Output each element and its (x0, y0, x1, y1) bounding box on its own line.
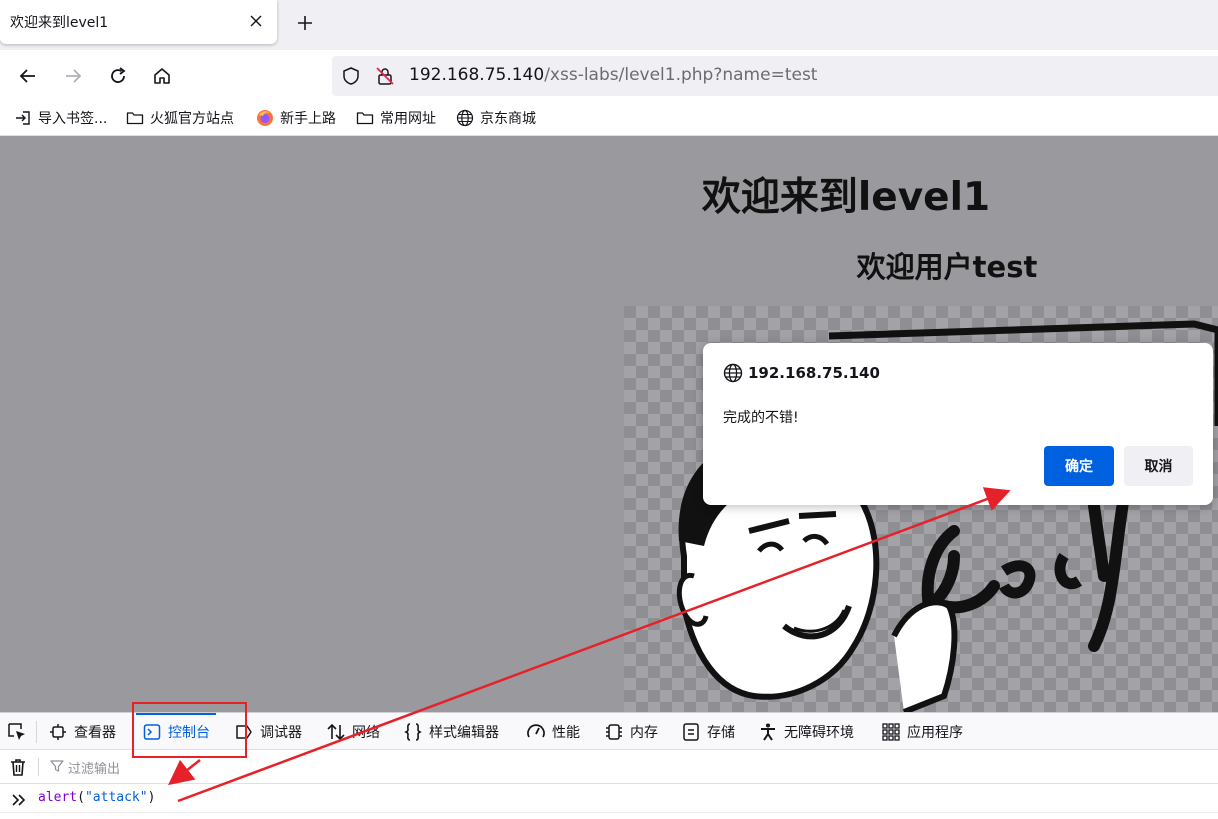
command-function: alert (38, 790, 78, 805)
memory-icon (604, 722, 624, 742)
tab-performance[interactable]: 性能 (526, 713, 580, 750)
tab-storage[interactable]: 存储 (681, 713, 735, 750)
reload-button[interactable] (104, 62, 132, 90)
navigation-bar: 192.168.75.140/xss-labs/level1.php?name=… (0, 50, 1218, 100)
inspector-icon (48, 722, 68, 742)
braces-icon (403, 722, 423, 742)
grid-icon (881, 722, 901, 742)
tab-accessibility[interactable]: 无障碍环境 (758, 713, 854, 750)
command-close-paren: ) (147, 790, 156, 805)
network-icon (326, 722, 346, 742)
tab-label: 无障碍环境 (784, 724, 854, 741)
bookmark-label: 常用网址 (380, 111, 436, 127)
bookmark-common-sites[interactable]: 常用网址 (356, 107, 436, 129)
folder-icon (126, 109, 144, 127)
tab-label: 存储 (707, 724, 735, 741)
annotation-highlight-box (132, 702, 247, 758)
globe-icon (456, 109, 474, 127)
page-heading: 欢迎来到level1 (701, 175, 991, 220)
tab-memory[interactable]: 内存 (604, 713, 658, 750)
console-command[interactable]: alert("attack") (38, 790, 155, 805)
forward-button[interactable] (59, 62, 87, 90)
import-icon (14, 109, 32, 127)
filter-input[interactable]: 过滤输出 (50, 757, 450, 777)
command-argument: "attack" (84, 790, 148, 805)
shield-icon[interactable] (341, 66, 361, 86)
back-button[interactable] (14, 62, 42, 90)
back-arrow-icon (19, 69, 35, 83)
storage-icon (681, 722, 701, 742)
new-tab-button[interactable] (292, 10, 318, 36)
toolbar-divider (36, 721, 37, 743)
alert-dialog: 192.168.75.140 完成的不错! 确定 取消 (703, 343, 1213, 505)
insecure-lock-icon[interactable] (375, 66, 395, 86)
tab-style-editor[interactable]: 样式编辑器 (403, 713, 499, 750)
tab-title: 欢迎来到level1 (10, 15, 109, 31)
reload-icon (111, 67, 126, 83)
firefox-icon (256, 109, 274, 127)
command-open-paren: ( (77, 790, 85, 805)
bookmark-firefox-site[interactable]: 火狐官方站点 (126, 107, 234, 129)
url-text[interactable]: 192.168.75.140/xss-labs/level1.php?name=… (409, 65, 817, 85)
tab-label: 网络 (352, 724, 380, 741)
tab-strip: 欢迎来到level1 (0, 0, 1218, 50)
forward-arrow-icon (66, 69, 82, 83)
trash-icon[interactable] (8, 757, 28, 777)
filter-placeholder: 过滤输出 (68, 761, 121, 777)
url-path: /xss-labs/level1.php?name=test (544, 65, 818, 85)
tab-label: 内存 (630, 724, 658, 741)
gauge-icon (526, 722, 546, 742)
tab-inspector[interactable]: 查看器 (48, 713, 116, 750)
bookmark-import[interactable]: 导入书签... (14, 107, 107, 129)
bookmarks-bar: 导入书签... 火狐官方站点 新手上路 常用网址 京东商城 (0, 100, 1218, 136)
bookmark-label: 新手上路 (280, 111, 336, 127)
tab-label: 性能 (552, 724, 580, 741)
cancel-button[interactable]: 取消 (1124, 446, 1193, 486)
close-tab-icon[interactable] (247, 12, 265, 30)
ok-button[interactable]: 确定 (1044, 446, 1114, 486)
bookmark-label: 导入书签... (38, 111, 108, 127)
filter-divider (38, 758, 39, 776)
folder-icon (356, 109, 374, 127)
tab-label: 应用程序 (907, 724, 963, 741)
tab-network[interactable]: 网络 (326, 713, 380, 750)
element-picker-icon[interactable] (6, 721, 28, 743)
console-input-line[interactable]: alert("attack") (0, 785, 1218, 813)
url-host: 192.168.75.140 (409, 65, 545, 85)
chevron-right-icon (10, 791, 28, 809)
tab-label: 调试器 (260, 724, 302, 741)
dialog-origin: 192.168.75.140 (748, 364, 880, 382)
globe-icon (723, 363, 743, 383)
page-subheading: 欢迎用户test (856, 250, 1038, 284)
dialog-message: 完成的不错! (723, 410, 799, 426)
accessibility-icon (758, 722, 778, 742)
tab-application[interactable]: 应用程序 (881, 713, 963, 750)
tab-label: 样式编辑器 (429, 724, 499, 741)
home-button[interactable] (148, 62, 176, 90)
bookmark-label: 火狐官方站点 (150, 111, 234, 127)
browser-tab[interactable]: 欢迎来到level1 (0, 0, 277, 44)
tab-label: 查看器 (74, 724, 116, 741)
address-bar[interactable]: 192.168.75.140/xss-labs/level1.php?name=… (332, 56, 1218, 96)
filter-icon (50, 758, 64, 777)
bookmark-label: 京东商城 (480, 111, 536, 127)
home-icon (154, 68, 170, 84)
bookmark-jd[interactable]: 京东商城 (456, 107, 536, 129)
bookmark-getting-started[interactable]: 新手上路 (256, 107, 336, 129)
